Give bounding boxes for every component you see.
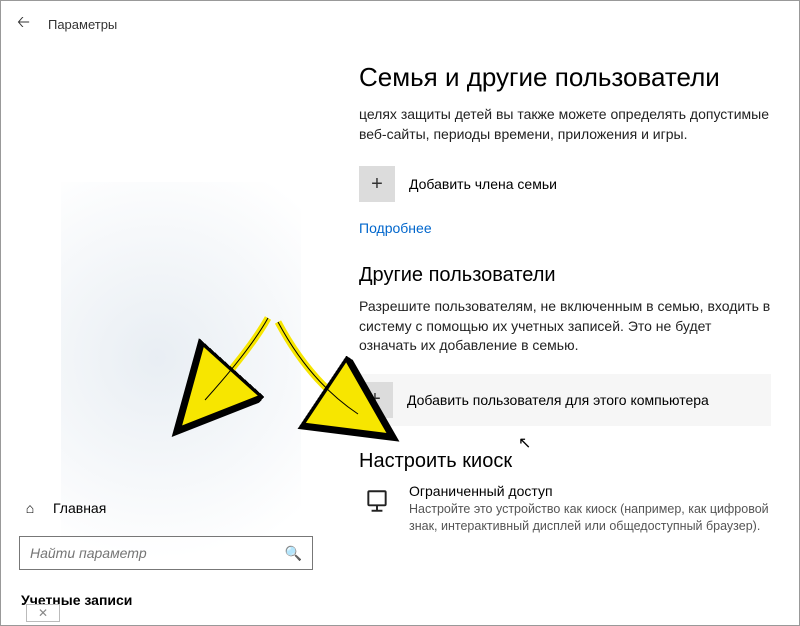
add-family-member-button[interactable]: + Добавить члена семьи bbox=[359, 162, 771, 206]
plus-icon: + bbox=[359, 166, 395, 202]
kiosk-option[interactable]: Ограниченный доступ Настройте это устрой… bbox=[359, 483, 771, 535]
add-other-user-button[interactable]: + Добавить пользователя для этого компью… bbox=[357, 374, 771, 426]
other-users-desc: Разрешите пользователям, не включенным в… bbox=[359, 297, 771, 356]
add-other-label: Добавить пользователя для этого компьюте… bbox=[407, 392, 709, 408]
add-family-label: Добавить члена семьи bbox=[409, 176, 557, 192]
kiosk-heading: Настроить киоск bbox=[359, 450, 771, 473]
kiosk-title: Ограниченный доступ bbox=[409, 483, 771, 499]
learn-more-link[interactable]: Подробнее bbox=[359, 220, 432, 236]
window-title: Параметры bbox=[48, 17, 117, 32]
back-button[interactable]: 🡠 bbox=[17, 11, 30, 38]
family-desc: целях защиты детей вы также можете опред… bbox=[359, 105, 771, 144]
plus-icon: + bbox=[357, 382, 393, 418]
search-input[interactable] bbox=[30, 545, 285, 561]
search-box[interactable]: 🔍 bbox=[19, 536, 313, 570]
page-title: Семья и другие пользователи bbox=[359, 62, 771, 93]
nav-home-label: Главная bbox=[53, 500, 106, 516]
nav-home[interactable]: ⌂ Главная bbox=[1, 492, 331, 524]
home-icon: ⌂ bbox=[21, 500, 39, 516]
kiosk-icon bbox=[359, 483, 395, 519]
close-thumbnail-button[interactable]: ✕ bbox=[26, 604, 60, 622]
search-icon: 🔍 bbox=[285, 545, 302, 562]
kiosk-desc: Настройте это устройство как киоск (напр… bbox=[409, 501, 771, 535]
other-users-heading: Другие пользователи bbox=[359, 264, 771, 287]
